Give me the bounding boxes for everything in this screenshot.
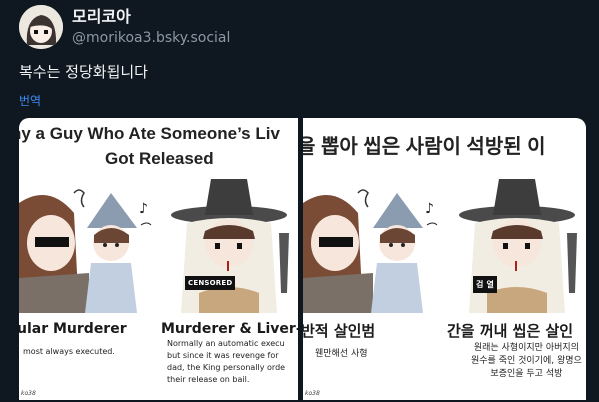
artist-signature: ko38: [305, 390, 320, 397]
comic-title-line2: Got Released: [105, 149, 214, 168]
desc-liver-eater-ko: 원래는 사형이지만 아버지의 원수를 죽인 것이기에, 왕명으 보증인을 두고 …: [471, 342, 582, 381]
censored-badge: 검 열: [473, 276, 498, 293]
desc-line: Normally an automatic execu: [167, 339, 285, 348]
desc-regular-murderer: most always executed.: [23, 347, 115, 356]
svg-text:♪: ♪: [139, 201, 148, 217]
svg-text:♪: ♪: [425, 201, 434, 217]
comic-title-line1: hy a Guy Who Ate Someone’s Liv: [19, 124, 280, 143]
post-header: 모리코아 @morikoa3.bsky.social: [19, 5, 230, 49]
comic-title-ko: 을 뽑아 씹은 사람이 석방된 이: [303, 136, 546, 158]
comic-illustration: ♪: [303, 179, 577, 313]
desc-line: 보증인을 두고 석방: [490, 369, 563, 379]
artist-signature: ko38: [21, 390, 36, 397]
comic-illustration: ♪: [19, 179, 289, 313]
post-image-right[interactable]: 을 뽑아 씹은 사람이 석방된 이 ♪ 검 열 반적 살인범 웬만해선 사형 간…: [303, 118, 586, 400]
desc-liver-eater: Normally an automatic execu but since it…: [167, 338, 285, 386]
label-regular-murderer: ular Murderer: [19, 321, 127, 337]
post-text: 복수는 정당화됩니다: [19, 63, 148, 81]
desc-regular-murderer-ko: 웬만해선 사형: [315, 349, 368, 359]
desc-line: their release on bail.: [167, 375, 250, 384]
censored-badge: CENSORED: [185, 276, 236, 290]
desc-line: 원수를 죽인 것이기에, 왕명으: [471, 356, 582, 366]
post-image-left[interactable]: hy a Guy Who Ate Someone’s Liv Got Relea…: [19, 118, 298, 400]
desc-line: dad, the King personally orde: [167, 363, 286, 372]
label-liver-eater: Murderer & Liver-E: [161, 321, 298, 337]
label-regular-murderer-ko: 반적 살인범: [303, 322, 376, 340]
avatar[interactable]: [19, 5, 63, 49]
desc-line: 원래는 사형이지만 아버지의: [473, 343, 579, 353]
avatar-image: [19, 5, 63, 49]
display-name[interactable]: 모리코아: [72, 7, 230, 27]
desc-line: but since it was revenge for: [167, 351, 279, 360]
user-handle[interactable]: @morikoa3.bsky.social: [72, 28, 230, 48]
label-liver-eater-ko: 간을 꺼내 씹은 살인: [447, 322, 574, 340]
translate-link[interactable]: 번역: [19, 92, 41, 109]
